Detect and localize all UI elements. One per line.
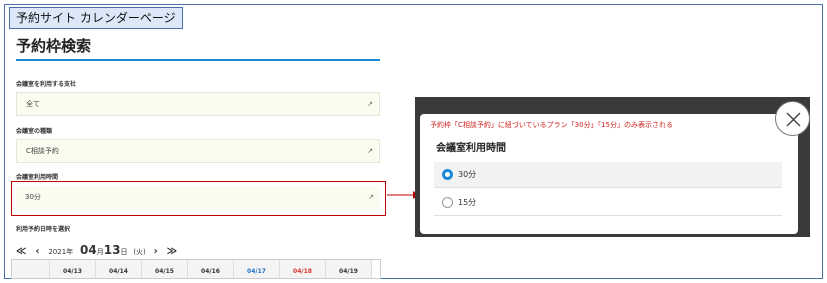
usage-time-label: 会議室利用時間 [16,174,59,181]
day-unit: 日 [120,248,128,256]
option-15min[interactable]: 15分 [434,190,782,216]
option-label: 30分 [458,170,477,179]
current-weekday: (火) [133,248,146,256]
calendar-day-header-saturday: 04/17 [234,260,280,278]
last-page-button[interactable]: ≫ [167,246,177,257]
calendar-grid: 04/13 04/14 04/15 04/16 04/17 04/18 04/1… [11,259,381,279]
close-icon [786,112,801,127]
current-year: 2021年 [48,248,74,256]
usage-time-modal: 予約枠「C相談予約」に紐づいているプラン「30分」「15分」のみ表示される 会議… [420,114,798,234]
annotation-note: 予約枠「C相談予約」に紐づいているプラン「30分」「15分」のみ表示される [430,121,673,129]
modal-title: 会議室利用時間 [436,143,506,154]
close-button[interactable] [775,101,810,136]
room-type-label: 会議室の種類 [16,128,53,135]
calendar-corner [12,260,50,278]
expand-arrow-icon: ↗ [367,147,373,155]
room-type-select[interactable]: C相談予約 ↗ [16,139,380,163]
month-unit: 月 [96,248,104,256]
page-title: 予約枠検索 [16,37,92,55]
room-type-select-value: C相談予約 [26,147,59,155]
prev-button[interactable]: ‹ [35,246,39,257]
option-30min[interactable]: 30分 [434,162,782,188]
next-button[interactable]: › [154,246,158,257]
option-label: 15分 [458,198,477,207]
calendar-day-header-sunday: 04/18 [280,260,326,278]
date-navigation: ≪ ‹ 2021年 04月13日 (火) › ≫ [16,243,183,257]
current-month: 04 [80,243,97,257]
expand-arrow-icon: ↗ [367,100,373,108]
radio-checked-icon[interactable] [442,169,453,180]
branch-select[interactable]: 全て ↗ [16,92,380,116]
highlight-frame [11,181,386,216]
branch-select-value: 全て [26,100,40,108]
current-day: 13 [103,243,121,257]
caption-label: 予約サイト カレンダーページ [9,7,183,29]
date-section-label: 利用予約日時を選択 [16,226,71,233]
title-underline [16,59,380,61]
calendar-day-header: 04/15 [142,260,188,278]
first-page-button[interactable]: ≪ [16,246,26,257]
calendar-day-header: 04/19 [326,260,372,278]
branch-label: 会議室を利用する支社 [16,81,77,88]
calendar-day-header: 04/14 [96,260,142,278]
calendar-day-header: 04/16 [188,260,234,278]
calendar-day-header: 04/13 [50,260,96,278]
reservation-search-page: 予約枠検索 会議室を利用する支社 全て ↗ 会議室の種類 C相談予約 ↗ 会議室… [9,29,387,279]
radio-unchecked-icon[interactable] [442,197,453,208]
